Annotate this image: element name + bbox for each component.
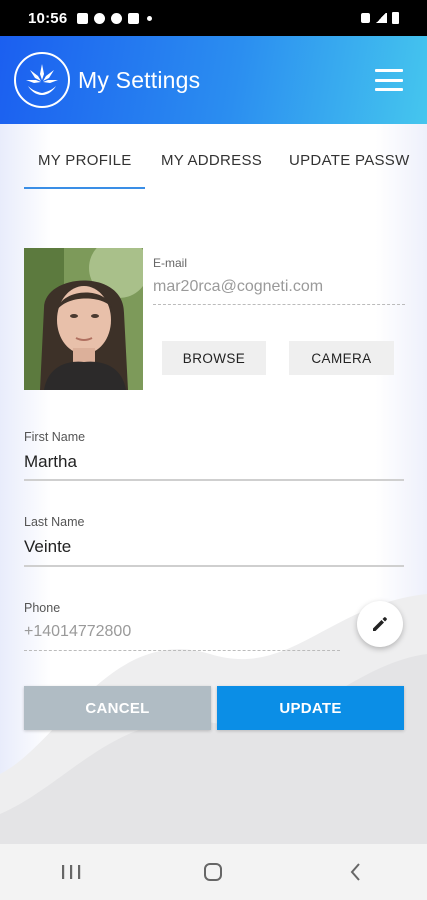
first-name-label: First Name xyxy=(24,430,86,444)
signal-icon xyxy=(375,13,387,23)
status-bar: 10:56 xyxy=(0,0,427,36)
recents-icon xyxy=(62,865,81,879)
hamburger-menu-icon[interactable] xyxy=(375,69,403,91)
browse-button[interactable]: BROWSE xyxy=(162,341,266,375)
last-name-field[interactable]: Veinte xyxy=(24,537,71,557)
edit-phone-button[interactable] xyxy=(357,601,403,647)
first-name-field[interactable]: Martha xyxy=(24,452,77,472)
phone-label: Phone xyxy=(24,601,61,615)
update-button[interactable]: UPDATE xyxy=(217,686,404,730)
email-label: E-mail xyxy=(153,256,188,270)
email-underline xyxy=(153,304,405,305)
notification-icons xyxy=(77,12,153,24)
status-time: 10:56 xyxy=(28,9,68,27)
alarm-icon xyxy=(361,13,370,23)
phone-field: +14014772800 xyxy=(24,623,132,640)
phone-underline xyxy=(24,650,340,651)
missed-call-icon xyxy=(111,12,123,24)
message-icon xyxy=(77,12,89,24)
active-tab-indicator xyxy=(24,187,145,189)
app-header: My Settings xyxy=(0,36,427,124)
cancel-button[interactable]: CANCEL xyxy=(24,686,211,730)
page-title: My Settings xyxy=(78,66,201,93)
pencil-icon xyxy=(373,617,387,631)
more-notifications-icon xyxy=(147,15,153,21)
gmail-icon xyxy=(128,12,140,24)
back-button[interactable] xyxy=(326,852,386,892)
avatar xyxy=(24,248,143,390)
system-nav-bar xyxy=(0,844,427,900)
check-circle-icon xyxy=(94,12,106,24)
tab-bar: MY PROFILE MY ADDRESS UPDATE PASSW xyxy=(0,152,427,192)
battery-icon xyxy=(392,12,399,24)
home-icon xyxy=(204,863,223,881)
settings-content: MY PROFILE MY ADDRESS UPDATE PASSW E-mai… xyxy=(0,124,427,844)
app-logo-icon xyxy=(14,52,70,108)
email-field: mar20rca@cogneti.com xyxy=(153,278,324,295)
tab-my-profile[interactable]: MY PROFILE xyxy=(38,152,132,169)
recents-button[interactable] xyxy=(41,852,101,892)
last-name-label: Last Name xyxy=(24,515,85,529)
camera-button[interactable]: CAMERA xyxy=(289,341,394,375)
tab-my-address[interactable]: MY ADDRESS xyxy=(161,152,262,169)
back-icon xyxy=(350,863,360,881)
system-icons xyxy=(361,12,399,24)
home-button[interactable] xyxy=(183,852,243,892)
last-name-underline xyxy=(24,565,404,567)
first-name-underline xyxy=(24,479,404,481)
tab-update-password[interactable]: UPDATE PASSW xyxy=(289,152,410,169)
